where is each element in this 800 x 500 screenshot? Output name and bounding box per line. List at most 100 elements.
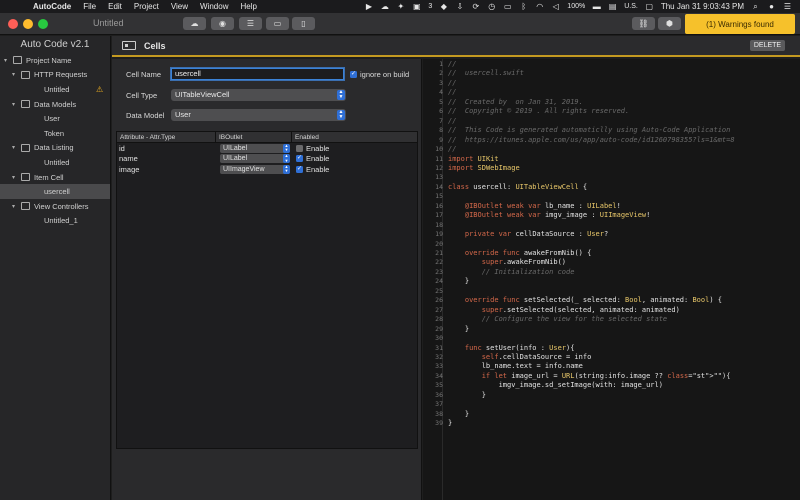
code-line[interactable]: super.setSelected(selected, animated: an… [448,306,680,315]
code-editor[interactable]: 1 // 2 // usercell.swift 3 // 4 // 5 // Created b… [423,59,800,500]
code-line[interactable]: lb_name.text = info.name [448,362,583,371]
view-controller-tool-button[interactable]: ▯ [292,17,315,30]
cell-name-input[interactable]: usercell [171,68,344,80]
code-line[interactable]: override func setSelected(_ selected: Bo… [448,296,722,305]
code-line[interactable]: @IBOutlet weak var imgv_image : UIImageV… [448,211,650,220]
menu-view[interactable]: View [171,2,188,11]
code-line[interactable]: } [448,391,486,400]
column-header-iboutlet[interactable]: IBOutlet [216,132,292,142]
menu-extra-icon[interactable]: ✦ [396,2,405,11]
delete-button[interactable]: DELETE [750,40,785,51]
cloud-icon[interactable]: ☁ [380,2,389,11]
data-model-tool-button[interactable]: ◉ [211,17,234,30]
code-line[interactable]: super.awakeFromNib() [448,258,566,267]
menu-clock[interactable]: Thu Jan 31 9:03:43 PM [661,2,744,11]
link-tool-button[interactable]: ⛓ [632,17,655,30]
dropbox-sync-icon[interactable]: ◆ [439,2,448,11]
disclosure-triangle-icon[interactable]: ▾ [12,101,19,108]
code-line[interactable]: } [448,325,469,334]
iboutlet-select[interactable]: UILabel ▲ ▼ [220,154,290,164]
code-line[interactable]: // [448,60,456,69]
sidebar-tree-item[interactable]: ▾ View Controllers [0,199,110,214]
code-line[interactable]: // [448,79,456,88]
sidebar-tree-item[interactable]: ▾ Item Cell [0,170,110,185]
code-line[interactable]: private var cellDataSource : User? [448,230,608,239]
data-model-select[interactable]: User ▲ ▼ [171,109,346,121]
sidebar-tree-item[interactable]: Untitled_1 [0,214,110,229]
code-line[interactable]: override func awakeFromNib() { [448,249,591,258]
cell-type-select[interactable]: UITableViewCell ▲ ▼ [171,89,346,101]
code-line[interactable]: // This Code is generated automaticlly u… [448,126,730,135]
code-line[interactable]: // Configure the view for the selected s… [448,315,667,324]
time-machine-icon[interactable]: ◷ [487,2,496,11]
notification-center-icon[interactable]: ☰ [783,2,792,11]
item-cell-tool-button[interactable]: ▭ [266,17,289,30]
code-line[interactable]: // Initialization code [448,268,575,277]
code-line[interactable]: self.cellDataSource = info [448,353,592,362]
disclosure-triangle-icon[interactable]: ▾ [12,174,19,181]
sidebar-tree-item[interactable]: ▾ Project Name [0,53,110,68]
sidebar-tree-item[interactable]: Untitled ⚠ [0,82,110,97]
flag-icon[interactable]: ▤ [608,2,617,11]
code-line[interactable]: } [448,419,452,428]
warnings-button[interactable]: (1) Warnings found [685,14,795,34]
input-source[interactable]: U.S. [624,3,638,10]
code-line[interactable]: @IBOutlet weak var lb_name : UILabel! [448,202,621,211]
screen-icon[interactable]: ▢ [645,2,654,11]
minimize-window-button[interactable] [23,19,33,29]
menu-window[interactable]: Window [200,2,228,11]
disclosure-triangle-icon[interactable]: ▾ [12,203,19,210]
close-window-button[interactable] [8,19,18,29]
code-line[interactable]: } [448,410,469,419]
iboutlet-select[interactable]: UIImageView ▲ ▼ [220,164,290,174]
zoom-window-button[interactable] [38,19,48,29]
menu-edit[interactable]: Edit [108,2,122,11]
sidebar-tree-item[interactable]: Token [0,126,110,141]
sidebar-tree-item[interactable]: ▾ Data Models [0,97,110,112]
disclosure-triangle-icon[interactable]: ▾ [4,57,11,64]
code-line[interactable]: import SDWebImage [448,164,520,173]
code-line[interactable]: // [448,145,456,154]
app-menu[interactable]: AutoCode [33,2,71,11]
battery-icon[interactable]: ▬ [592,2,601,11]
volume-icon[interactable]: ◁ [551,2,560,11]
iboutlet-select[interactable]: UILabel ▲ ▼ [220,143,290,153]
ignore-on-build-checkbox[interactable]: ✓ ignore on build [350,70,409,79]
search-icon[interactable]: ⌕ [751,2,760,11]
code-line[interactable]: // usercell.swift [448,69,524,78]
airplay-icon[interactable]: ▭ [503,2,512,11]
sidebar-tree-item[interactable]: ▾ Data Listing [0,141,110,156]
bluetooth-icon[interactable]: ᛒ [519,2,528,11]
column-header-enabled[interactable]: Enabled [292,132,417,142]
code-line[interactable]: } [448,277,469,286]
http-request-tool-button[interactable]: ☁ [183,17,206,30]
play-icon[interactable]: ▶ [364,2,373,11]
code-line[interactable]: // https://itunes.apple.com/us/app/auto-… [448,136,735,145]
sidebar-tree-item[interactable]: ▾ HTTP Requests [0,68,110,83]
code-line[interactable]: class usercell: UITableViewCell { [448,183,587,192]
dropbox-icon[interactable]: ▣ [412,2,421,11]
data-listing-tool-button[interactable]: ☰ [239,17,262,30]
code-line[interactable]: import UIKit [448,155,499,164]
code-line[interactable]: // Copyright © 2019 . All rights reserve… [448,107,629,116]
code-line[interactable]: // [448,88,456,97]
code-line[interactable]: // Created by on Jan 31, 2019. [448,98,583,107]
sync-icon[interactable]: ⟳ [471,2,480,11]
code-line[interactable]: imgv_image.sd_setImage(with: image_url) [448,381,663,390]
code-line[interactable]: // [448,117,456,126]
code-line[interactable]: func setUser(info : User){ [448,344,575,353]
disclosure-triangle-icon[interactable]: ▾ [12,71,19,78]
sidebar-tree-item[interactable]: usercell [0,184,110,199]
enable-checkbox[interactable]: Enable [292,144,329,153]
download-icon[interactable]: ⇩ [455,2,464,11]
menu-project[interactable]: Project [134,2,159,11]
user-avatar-icon[interactable]: ● [767,2,776,11]
export-tool-button[interactable]: ⬢ [658,17,681,30]
sidebar-tree-item[interactable]: User [0,111,110,126]
code-line[interactable]: if let image_url = URL(string:info.image… [448,372,731,381]
menu-help[interactable]: Help [240,2,256,11]
enable-checkbox[interactable]: ✓ Enable [292,165,329,174]
menu-file[interactable]: File [83,2,96,11]
sidebar-tree-item[interactable]: Untitled [0,155,110,170]
wifi-icon[interactable]: ◠ [535,2,544,11]
